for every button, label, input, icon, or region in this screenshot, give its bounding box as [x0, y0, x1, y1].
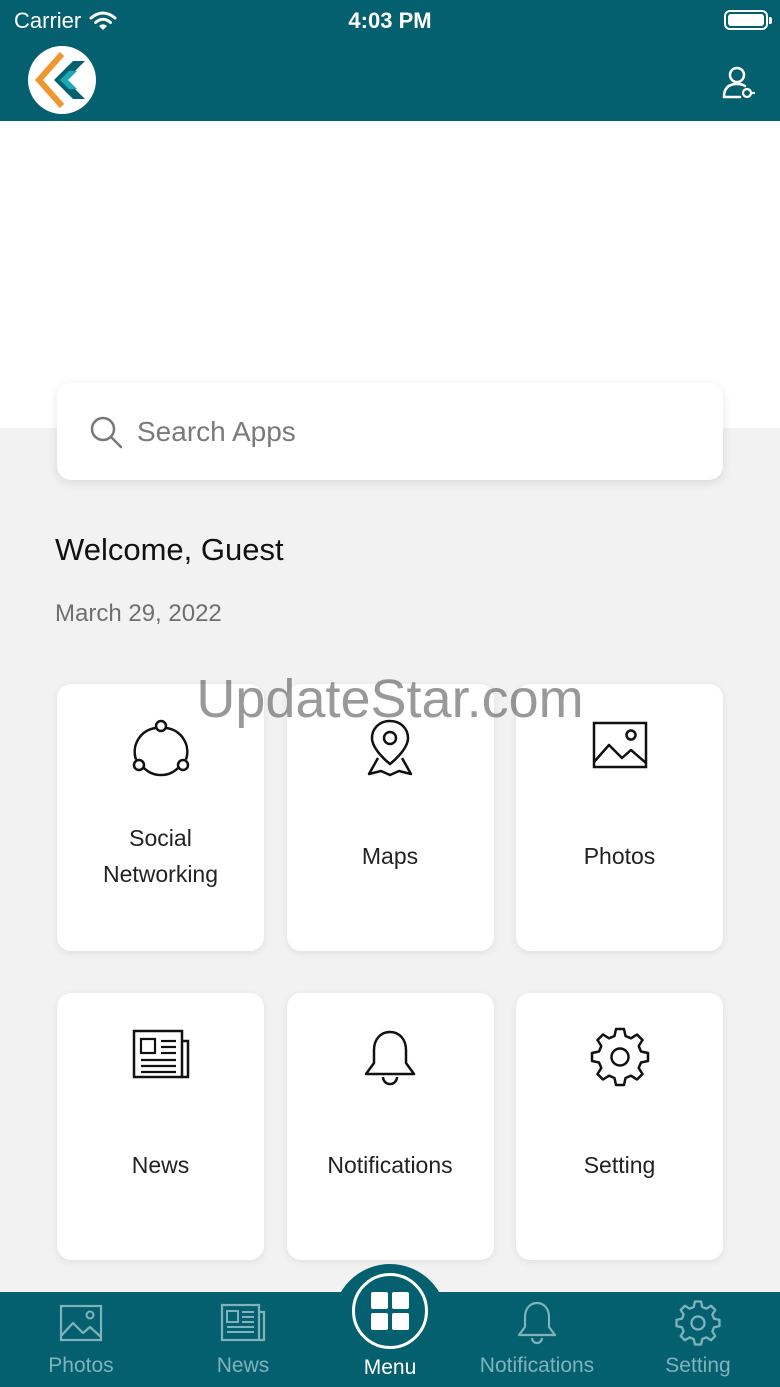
tab-label: Setting: [665, 1354, 731, 1377]
hero-banner: [0, 121, 780, 428]
search-input[interactable]: [137, 415, 657, 448]
tab-label: Notifications: [479, 1354, 595, 1377]
battery-icon: [724, 10, 772, 30]
menu-button[interactable]: [352, 1273, 428, 1349]
tab-menu[interactable]: Menu: [350, 1273, 430, 1380]
tab-photos[interactable]: Photos: [1, 1300, 161, 1387]
tile-label: News: [131, 1152, 190, 1178]
gear-icon: [590, 1027, 649, 1087]
tile-news[interactable]: News: [57, 993, 264, 1260]
tab-setting[interactable]: Setting: [618, 1300, 778, 1387]
welcome-heading: Welcome, Guest: [55, 532, 284, 567]
tile-social-networking[interactable]: Social Networking: [57, 684, 264, 951]
newspaper-icon: [132, 1029, 189, 1079]
map-pin-icon: [367, 719, 413, 777]
search-bar[interactable]: [57, 383, 723, 480]
logo-icon: [34, 52, 85, 108]
photo-icon: [59, 1304, 103, 1342]
current-date: March 29, 2022: [55, 600, 222, 627]
tab-notifications[interactable]: Notifications: [457, 1300, 617, 1387]
status-bar: Carrier 4:03 PM: [0, 0, 780, 40]
photo-icon: [592, 721, 647, 769]
newspaper-icon: [220, 1303, 266, 1342]
bell-icon: [517, 1301, 557, 1345]
tile-maps[interactable]: Maps: [286, 684, 494, 951]
tile-notifications[interactable]: Notifications: [286, 993, 494, 1260]
user-profile-icon[interactable]: [720, 64, 756, 100]
tile-label: Notifications: [327, 1152, 453, 1178]
social-network-icon: [132, 719, 189, 777]
tile-label: Photos: [583, 843, 656, 869]
tile-photos[interactable]: Photos: [516, 684, 723, 951]
grid-menu-icon: [371, 1292, 409, 1330]
tab-label: Photos: [48, 1354, 114, 1377]
app-logo[interactable]: [28, 46, 96, 114]
tab-label: Menu: [363, 1356, 417, 1379]
tile-setting[interactable]: Setting: [516, 993, 723, 1260]
status-time: 4:03 PM: [348, 8, 432, 33]
tile-label: Maps: [361, 843, 419, 869]
tab-news[interactable]: News: [163, 1300, 323, 1387]
gear-icon: [675, 1300, 721, 1346]
app-grid: Social Networking Maps Photos News Notif…: [57, 684, 723, 1260]
bell-icon: [364, 1030, 416, 1086]
tile-label: Setting: [583, 1152, 656, 1178]
app-header: [0, 40, 780, 121]
tile-label: Social Networking: [102, 825, 219, 887]
tab-label: News: [216, 1354, 270, 1377]
search-icon: [90, 416, 123, 448]
